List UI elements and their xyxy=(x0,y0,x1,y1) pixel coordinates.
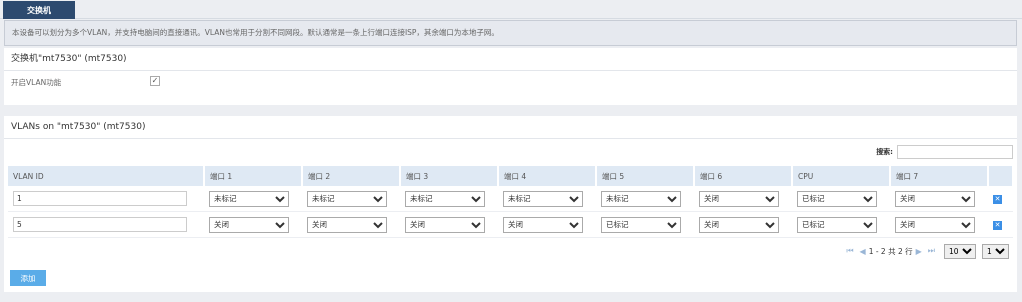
port-mode-select[interactable]: 关闭 xyxy=(307,216,387,233)
port-cell: 关闭 xyxy=(694,186,792,212)
delete-cell: ✕ xyxy=(988,186,1013,212)
enable-vlan-label: 开启VLAN功能 xyxy=(11,78,62,87)
port-cell: 未标记 xyxy=(204,186,302,212)
col-header[interactable]: 端口 4 xyxy=(498,166,597,186)
col-header-actions xyxy=(988,166,1014,186)
port-mode-select[interactable]: 未标记 xyxy=(209,190,289,207)
port-mode-select[interactable]: 关闭 xyxy=(699,216,779,233)
port-cell: 关闭 xyxy=(498,211,596,238)
next-page-icon[interactable]: ▶ xyxy=(916,247,922,256)
port-mode-select[interactable]: 关闭 xyxy=(503,216,583,233)
table-header-row: VLAN ID 端口 1 端口 2 端口 3 端口 4 端口 5 端口 6 CP… xyxy=(8,166,1014,186)
port-mode-select[interactable]: 关闭 xyxy=(895,190,975,207)
table-row: 关闭 关闭 关闭 关闭 已标记 关闭 已标记 关闭 ✕ xyxy=(8,211,1013,238)
port-cell: 关闭 xyxy=(694,211,792,238)
search-label: 搜索: xyxy=(876,148,893,156)
col-header[interactable]: VLAN ID xyxy=(8,166,205,186)
search-input[interactable] xyxy=(897,145,1013,159)
tab-bar: 交换机 xyxy=(0,0,1022,19)
port-cell: 关闭 xyxy=(302,211,400,238)
vlan-id-cell xyxy=(8,186,204,212)
port-cell: 已标记 xyxy=(596,211,694,238)
port-mode-select[interactable]: 未标记 xyxy=(601,190,681,207)
switch-title: 交换机"mt7530" (mt7530) xyxy=(4,48,1017,71)
switch-panel: 交换机"mt7530" (mt7530) 开启VLAN功能 ✓ xyxy=(4,48,1017,105)
page-size-select[interactable]: 10 xyxy=(944,243,976,259)
enable-vlan-checkbox[interactable]: ✓ xyxy=(150,76,160,86)
vlan-id-input[interactable] xyxy=(13,217,187,232)
port-cell: 未标记 xyxy=(302,186,400,212)
page-select[interactable]: 1 xyxy=(982,243,1009,259)
port-cell: 关闭 xyxy=(890,186,988,212)
tab-switch[interactable]: 交换机 xyxy=(3,1,75,19)
port-cell: 未标记 xyxy=(498,186,596,212)
last-page-icon[interactable]: ⏭ xyxy=(928,246,935,256)
port-cell: 关闭 xyxy=(890,211,988,238)
port-mode-select[interactable]: 已标记 xyxy=(797,216,877,233)
port-mode-select[interactable]: 关闭 xyxy=(699,190,779,207)
info-message: 本设备可以划分为多个VLAN，并支持电脑间的直接通讯。VLAN也常用于分割不同网… xyxy=(4,20,1017,46)
delete-cell: ✕ xyxy=(988,211,1013,238)
port-cell: 未标记 xyxy=(596,186,694,212)
first-page-icon[interactable]: ⏮ xyxy=(846,246,853,256)
port-cell: 已标记 xyxy=(792,186,890,212)
vlans-panel: VLANs on "mt7530" (mt7530) 搜索: VLAN ID 端… xyxy=(4,116,1017,292)
col-header[interactable]: 端口 5 xyxy=(596,166,695,186)
search-area: 搜索: xyxy=(876,144,1013,160)
add-button[interactable]: 添加 xyxy=(10,270,46,286)
port-mode-select[interactable]: 未标记 xyxy=(405,190,485,207)
port-mode-select[interactable]: 关闭 xyxy=(209,216,289,233)
port-cell: 关闭 xyxy=(204,211,302,238)
port-mode-select[interactable]: 未标记 xyxy=(503,190,583,207)
prev-page-icon[interactable]: ◀ xyxy=(860,247,866,256)
port-mode-select[interactable]: 未标记 xyxy=(307,190,387,207)
page-range-text: 1 - 2 共 2 行 xyxy=(868,246,913,256)
pagination: ⏮ ◀ 1 - 2 共 2 行 ▶ ⏭ 10 1 xyxy=(843,243,1009,259)
port-mode-select[interactable]: 已标记 xyxy=(797,190,877,207)
port-mode-select[interactable]: 关闭 xyxy=(405,216,485,233)
enable-vlan-row: 开启VLAN功能 ✓ xyxy=(4,71,1017,93)
col-header[interactable]: CPU xyxy=(792,166,891,186)
vlan-table: VLAN ID 端口 1 端口 2 端口 3 端口 4 端口 5 端口 6 CP… xyxy=(8,166,1014,238)
col-header[interactable]: 端口 3 xyxy=(400,166,499,186)
col-header[interactable]: 端口 6 xyxy=(694,166,793,186)
vlans-title: VLANs on "mt7530" (mt7530) xyxy=(4,116,1017,139)
port-cell: 关闭 xyxy=(400,211,498,238)
vlan-id-cell xyxy=(8,211,204,238)
port-mode-select[interactable]: 关闭 xyxy=(895,216,975,233)
col-header[interactable]: 端口 7 xyxy=(890,166,989,186)
delete-row-icon[interactable]: ✕ xyxy=(993,194,1002,204)
vlan-id-input[interactable] xyxy=(13,191,187,206)
port-cell: 未标记 xyxy=(400,186,498,212)
delete-row-icon[interactable]: ✕ xyxy=(993,220,1002,230)
table-row: 未标记 未标记 未标记 未标记 未标记 关闭 已标记 关闭 ✕ xyxy=(8,186,1013,212)
col-header[interactable]: 端口 2 xyxy=(302,166,401,186)
port-cell: 已标记 xyxy=(792,211,890,238)
col-header[interactable]: 端口 1 xyxy=(204,166,303,186)
port-mode-select[interactable]: 已标记 xyxy=(601,216,681,233)
